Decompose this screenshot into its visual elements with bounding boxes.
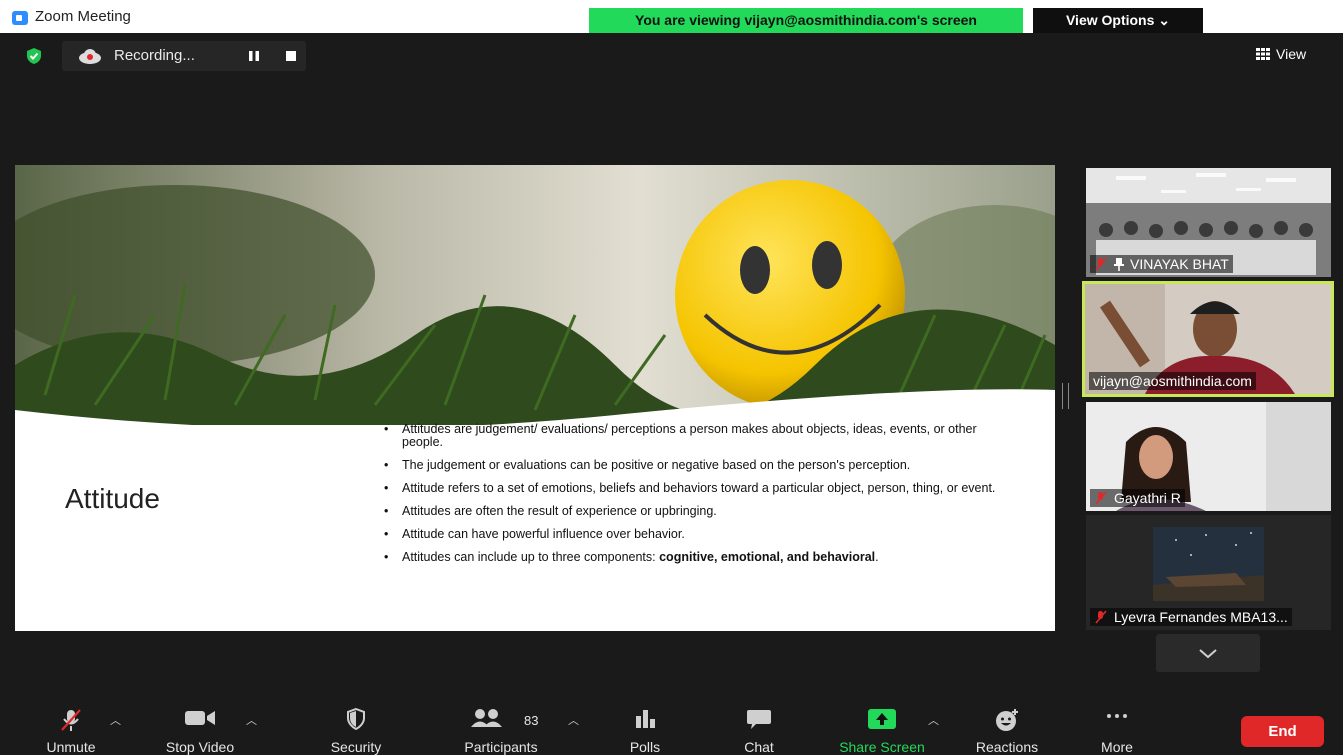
video-camera-icon (185, 711, 215, 725)
recording-indicator: Recording... (62, 41, 306, 71)
unmute-label: Unmute (46, 739, 96, 755)
participant-name: VINAYAK BHAT (1130, 256, 1229, 272)
bullet-bold-text: cognitive, emotional, and behavioral (659, 550, 876, 564)
participant-name: Lyevra Fernandes MBA13... (1114, 609, 1288, 625)
screen-share-banner: You are viewing vijayn@aosmithindia.com'… (589, 8, 1023, 33)
audio-options-caret-icon[interactable]: ︿ (110, 712, 121, 728)
participant-tile[interactable]: VINAYAK BHAT (1086, 168, 1331, 277)
meeting-toolbar: Unmute ︿ Stop Video ︿ Security 83 Partic… (0, 696, 1343, 755)
participant-tile[interactable]: Lyevra Fernandes MBA13... (1086, 515, 1331, 630)
title-bar: Zoom Meeting You are viewing vijayn@aosm… (0, 0, 1343, 33)
view-button[interactable]: View (1256, 43, 1306, 65)
chat-button[interactable]: Chat (726, 696, 792, 755)
slide-bullet: Attitudes are judgement/ evaluations/ pe… (380, 423, 1020, 449)
zoom-app-icon (12, 11, 28, 25)
participant-name: Gayathri R (1114, 490, 1181, 506)
security-label: Security (330, 739, 382, 755)
more-dots-icon (1107, 714, 1127, 718)
smiley-grass-photo (15, 165, 1055, 425)
slide-bullet: Attitudes are often the result of experi… (380, 505, 1020, 519)
share-screen-button[interactable]: Share Screen (826, 696, 938, 755)
share-screen-label: Share Screen (839, 739, 925, 755)
slide-title: Attitude (65, 483, 160, 514)
slide-bullet-last: Attitudes can include up to three compon… (380, 550, 1020, 565)
security-shield-icon (347, 708, 365, 730)
slide-bullet: The judgement or evaluations can be posi… (380, 459, 1020, 473)
unmute-button[interactable]: Unmute (30, 696, 112, 755)
participant-tile[interactable]: Gayathri R (1086, 402, 1331, 511)
participant-name-tag: vijayn@aosmithindia.com (1089, 372, 1256, 390)
more-button[interactable]: More (1084, 696, 1150, 755)
chat-label: Chat (744, 739, 774, 755)
participant-name-tag: VINAYAK BHAT (1090, 255, 1233, 273)
bullet-end: . (875, 550, 879, 564)
reactions-label: Reactions (975, 739, 1039, 755)
view-label: View (1276, 46, 1307, 62)
view-options-button[interactable]: View Options ⌄ (1033, 8, 1203, 33)
grid-view-icon (1256, 48, 1270, 60)
chat-bubble-icon (747, 710, 771, 729)
participant-tile-active-speaker[interactable]: vijayn@aosmithindia.com (1082, 281, 1334, 397)
participant-name: vijayn@aosmithindia.com (1093, 373, 1252, 389)
participants-options-caret-icon[interactable]: ︿ (568, 712, 579, 728)
stop-recording-icon[interactable] (286, 51, 296, 61)
participant-name-tag: Lyevra Fernandes MBA13... (1090, 608, 1292, 626)
reactions-button[interactable]: Reactions (962, 696, 1052, 755)
scroll-participants-down-button[interactable] (1156, 634, 1260, 672)
end-meeting-button[interactable]: End (1241, 716, 1324, 747)
security-shield-icon[interactable] (25, 47, 43, 65)
participant-count: 83 (524, 713, 539, 728)
security-button[interactable]: Security (316, 696, 396, 755)
slide-bullet: Attitude refers to a set of emotions, be… (380, 482, 1020, 496)
more-label: More (1101, 739, 1133, 755)
shared-screen-slide: Attitude Attitudes are judgement/ evalua… (15, 165, 1055, 631)
cloud-record-icon (79, 49, 101, 64)
view-options-label: View Options (1065, 12, 1155, 28)
slide-bullet: Attitude can have powerful influence ove… (380, 528, 1020, 542)
pause-recording-icon[interactable] (248, 51, 260, 61)
pin-icon (1114, 257, 1124, 271)
video-options-caret-icon[interactable]: ︿ (246, 712, 257, 728)
window-title: Zoom Meeting (35, 8, 131, 25)
muted-mic-icon (1095, 257, 1107, 271)
share-screen-icon (868, 709, 896, 729)
chevron-down-icon (1199, 649, 1217, 659)
chevron-down-icon: ⌄ (1158, 12, 1171, 28)
recording-label: Recording... (114, 47, 195, 64)
muted-mic-icon (1095, 491, 1107, 505)
participants-icon (471, 709, 503, 727)
stop-video-label: Stop Video (165, 739, 235, 755)
participants-button[interactable]: 83 Participants (448, 696, 554, 755)
reactions-emoji-icon (996, 709, 1018, 731)
muted-mic-icon (61, 709, 81, 731)
slide-bullet-list: Attitudes are judgement/ evaluations/ pe… (380, 423, 1020, 574)
share-options-caret-icon[interactable]: ︿ (928, 712, 939, 728)
muted-mic-icon (1095, 610, 1107, 624)
bullet-text: Attitudes can include up to three compon… (402, 550, 660, 564)
polls-button[interactable]: Polls (612, 696, 678, 755)
participants-label: Participants (464, 739, 538, 755)
polls-chart-icon (636, 710, 655, 728)
participant-name-tag: Gayathri R (1090, 489, 1185, 507)
panel-resize-handle[interactable] (1062, 383, 1069, 409)
stop-video-button[interactable]: Stop Video (152, 696, 248, 755)
polls-label: Polls (629, 739, 661, 755)
